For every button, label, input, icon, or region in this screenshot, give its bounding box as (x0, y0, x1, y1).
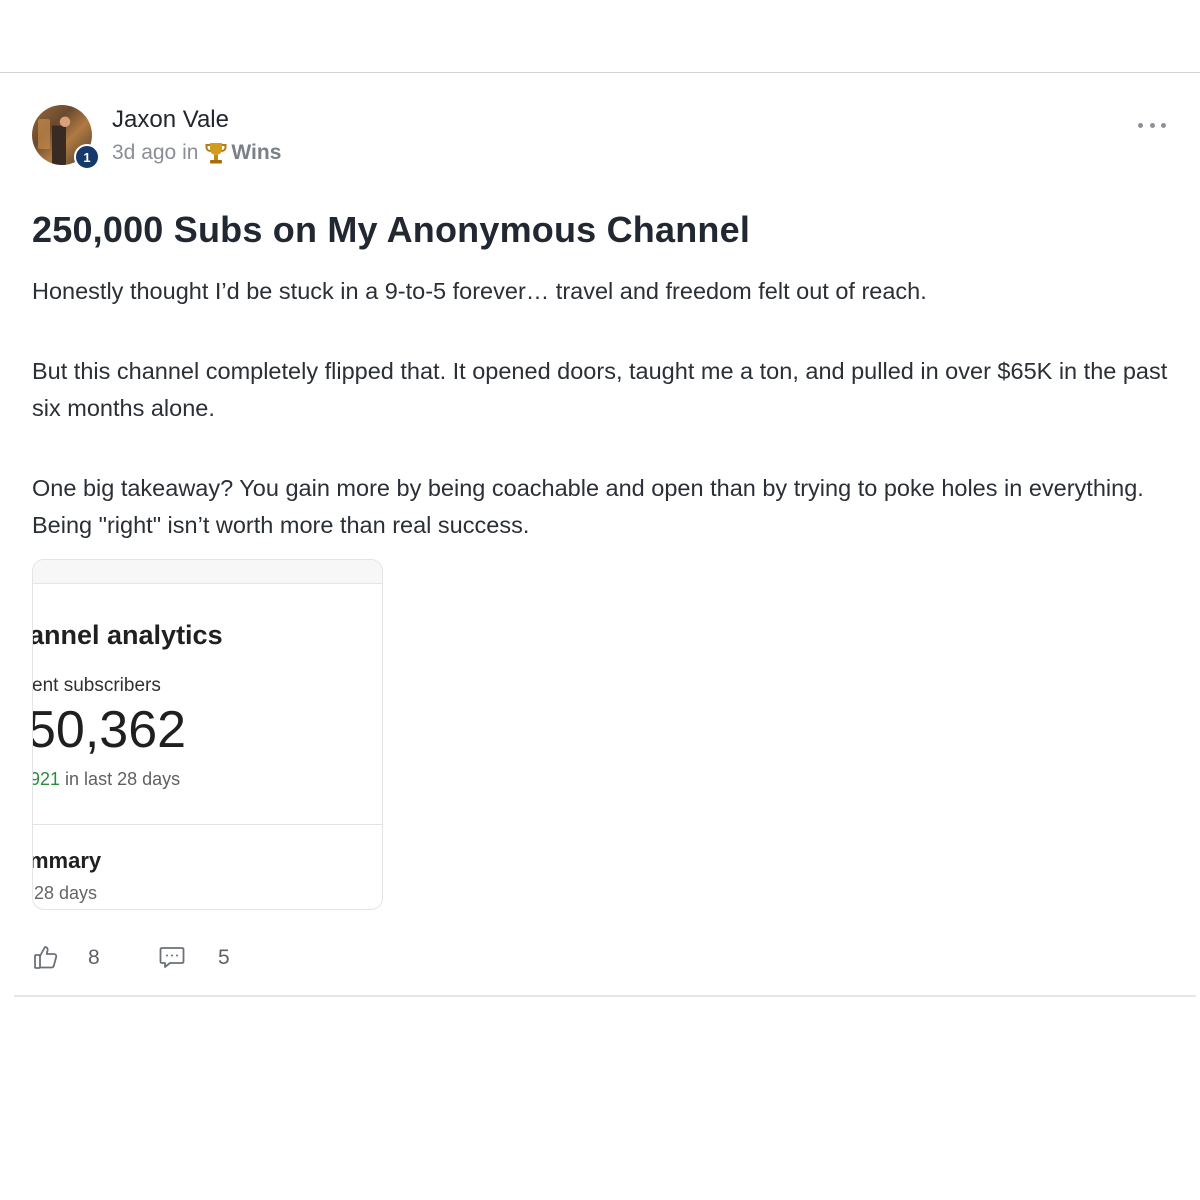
more-options-icon[interactable] (1138, 115, 1166, 135)
category-link[interactable]: Wins (231, 141, 281, 165)
post-body: Honestly thought I’d be stuck in a 9-to-… (32, 273, 1172, 587)
comment-count: 5 (218, 946, 230, 969)
summary-period: 28 days (34, 883, 98, 903)
like-count: 8 (88, 946, 100, 969)
thumbs-up-icon[interactable] (32, 943, 60, 971)
subscriber-change: 921 in last 28 days (32, 769, 181, 790)
subscribers-count: 50,362 (32, 701, 187, 759)
post-title: 250,000 Subs on My Anonymous Channel (32, 209, 751, 250)
post-meta: 3d ago in Wins (112, 141, 281, 165)
body-paragraph: Honestly thought I’d be stuck in a 9-to-… (32, 278, 927, 304)
level-badge: 1 (74, 144, 100, 170)
summary-label: mmary (32, 848, 102, 873)
image-top-band (33, 560, 382, 584)
post-time: 3d ago in (112, 141, 199, 164)
change-period: in last 28 days (60, 769, 181, 789)
comment-icon[interactable] (158, 943, 186, 971)
header-divider (0, 72, 1200, 73)
post-actions: 8 5 (32, 943, 332, 973)
trophy-icon (205, 141, 227, 165)
author-name[interactable]: Jaxon Vale (112, 106, 229, 134)
attached-image[interactable]: annel analytics ent subscribers 50,362 9… (32, 559, 383, 910)
change-value: 921 (32, 769, 61, 789)
post-divider (14, 995, 1196, 997)
post-header: 1 Jaxon Vale 3d ago in Wins (32, 105, 1172, 170)
image-divider (33, 824, 382, 825)
body-paragraph: But this channel completely flipped that… (32, 358, 1168, 421)
subscribers-label: ent subscribers (32, 675, 161, 696)
body-paragraph: One big takeaway? You gain more by being… (32, 475, 1144, 538)
analytics-title: annel analytics (32, 620, 223, 650)
